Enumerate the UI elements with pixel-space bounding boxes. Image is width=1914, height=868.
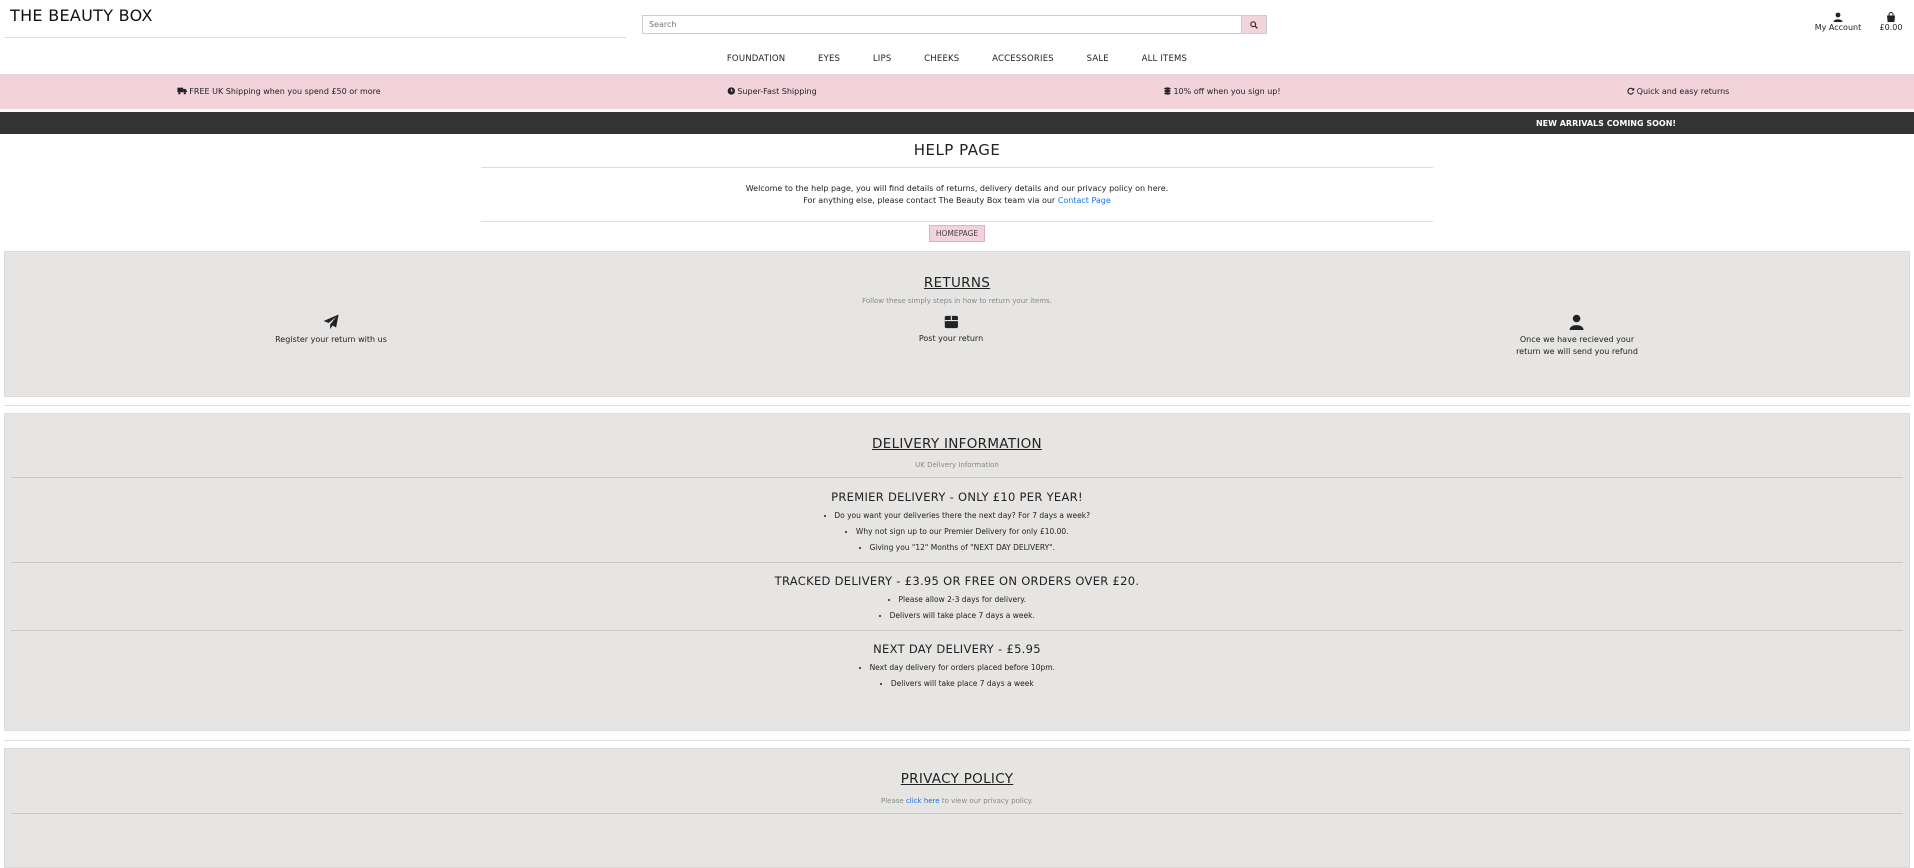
list-item: Delivers will take place 7 days a week. [5, 608, 1909, 624]
banner-discount: 10% off when you sign up! [1163, 87, 1281, 96]
return-step-refund: Once we have recieved your return we wil… [1516, 314, 1638, 358]
search-icon [1250, 20, 1258, 29]
privacy-divider [11, 813, 1903, 814]
search-input[interactable] [642, 15, 1242, 34]
intro-line-1: Welcome to the help page, you will find … [745, 184, 1169, 193]
banner-fast: Super-Fast Shipping [727, 87, 817, 96]
my-account-label: My Account [1814, 23, 1862, 32]
banner-returns-text: Quick and easy returns [1636, 87, 1730, 96]
intro-divider [481, 221, 1433, 222]
return-step-refund-line-1: Once we have recieved your [1519, 335, 1635, 344]
section-divider [4, 405, 1910, 406]
contact-page-link[interactable]: Contact Page [1058, 196, 1111, 205]
nav-lips[interactable]: LIPS [873, 54, 892, 64]
promo-banner: FREE UK Shipping when you spend £50 or m… [0, 74, 1914, 109]
my-account-link[interactable]: My Account [1808, 12, 1868, 32]
list-item: Do you want your deliveries there the ne… [5, 508, 1909, 524]
returns-steps: Register your return with us Post your r… [5, 314, 1909, 370]
nav-accessories[interactable]: ACCESSORIES [992, 54, 1054, 64]
announcement-bar: NEW ARRIVALS COMING SOON! [0, 112, 1914, 134]
delivery-title: DELIVERY INFORMATION [872, 436, 1042, 452]
returns-section: RETURNS Follow these simply steps in how… [4, 251, 1910, 397]
list-item: Why not sign up to our Premier Delivery … [5, 524, 1909, 540]
shopping-bag-link[interactable]: £0.00 [1874, 12, 1908, 32]
delivery-divider [11, 562, 1903, 563]
help-intro: Welcome to the help page, you will find … [0, 168, 1914, 221]
returns-title: RETURNS [923, 275, 991, 291]
privacy-policy-link[interactable]: click here [906, 797, 940, 805]
list-item: Please allow 2-3 days for delivery. [5, 592, 1909, 608]
next-day-delivery-heading: NEXT DAY DELIVERY - £5.95 [873, 642, 1041, 656]
premier-delivery-list: Do you want your deliveries there the ne… [5, 508, 1909, 556]
list-item: Giving you "12" Months of "NEXT DAY DELI… [5, 540, 1909, 556]
nav-cheeks[interactable]: CHEEKS [924, 54, 959, 64]
homepage-button[interactable]: HOMEPAGE [928, 225, 986, 242]
privacy-text-post: to view our privacy policy. [939, 797, 1033, 805]
page-title: HELP PAGE [913, 141, 1001, 159]
delivery-divider [11, 477, 1903, 478]
site-header: THE BEAUTY BOX My Account £0.00 FOUNDATI… [0, 0, 1914, 72]
clock-icon [727, 87, 736, 95]
coins-icon [1164, 87, 1171, 95]
delivery-divider [11, 630, 1903, 631]
tracked-delivery-list: Please allow 2-3 days for delivery. Deli… [5, 592, 1909, 624]
logo-divider [4, 37, 626, 38]
privacy-title: PRIVACY POLICY [900, 771, 1014, 787]
shopping-bag-icon [1887, 12, 1895, 22]
tracked-delivery-heading: TRACKED DELIVERY - £3.95 OR FREE ON ORDE… [774, 574, 1140, 588]
nav-sale[interactable]: SALE [1087, 54, 1109, 64]
paper-plane-icon [323, 314, 339, 329]
refresh-icon [1627, 87, 1635, 95]
returns-subtitle: Follow these simply steps in how to retu… [862, 297, 1052, 305]
delivery-section: DELIVERY INFORMATION UK Delivery Informa… [4, 413, 1910, 731]
search-bar [642, 15, 1267, 34]
banner-discount-text: 10% off when you sign up! [1173, 87, 1281, 96]
banner-fast-text: Super-Fast Shipping [737, 87, 817, 96]
truck-icon [177, 87, 187, 95]
premier-delivery-heading: PREMIER DELIVERY - ONLY £10 PER YEAR! [831, 490, 1083, 504]
privacy-text: Please click here to view our privacy po… [5, 797, 1909, 805]
list-item: Next day delivery for orders placed befo… [5, 660, 1909, 676]
list-item: Delivers will take place 7 days a week [5, 676, 1909, 692]
return-step-register: Register your return with us [275, 314, 387, 346]
banner-shipping-text: FREE UK Shipping when you spend £50 or m… [189, 87, 381, 96]
user-icon [1833, 12, 1843, 22]
return-step-refund-line-2: return we will send you refund [1516, 347, 1638, 356]
intro-line-2: For anything else, please contact The Be… [0, 195, 1914, 207]
banner-returns: Quick and easy returns [1627, 87, 1730, 96]
section-divider [4, 740, 1910, 741]
search-button[interactable] [1242, 15, 1267, 34]
nav-foundation[interactable]: FOUNDATION [727, 54, 785, 64]
package-icon [944, 315, 958, 329]
nav-eyes[interactable]: EYES [818, 54, 840, 64]
privacy-text-pre: Please [881, 797, 906, 805]
main-nav: FOUNDATION EYES LIPS CHEEKS ACCESSORIES … [0, 54, 1914, 64]
privacy-section: PRIVACY POLICY Please click here to view… [4, 748, 1910, 868]
site-logo[interactable]: THE BEAUTY BOX [10, 6, 153, 25]
help-header: HELP PAGE Welcome to the help page, you … [0, 141, 1914, 242]
nav-all-items[interactable]: ALL ITEMS [1142, 54, 1188, 64]
return-step-register-text: Register your return with us [275, 335, 387, 344]
next-day-delivery-list: Next day delivery for orders placed befo… [5, 660, 1909, 692]
return-step-post-text: Post your return [918, 334, 984, 343]
announcement-text: NEW ARRIVALS COMING SOON! [1535, 119, 1677, 128]
bag-total: £0.00 [1879, 23, 1903, 32]
return-step-post: Post your return [919, 314, 983, 345]
banner-shipping: FREE UK Shipping when you spend £50 or m… [177, 87, 381, 96]
user-icon [1569, 314, 1584, 330]
delivery-subtitle: UK Delivery Information [915, 461, 999, 469]
intro-line-2-text: For anything else, please contact The Be… [803, 196, 1058, 205]
